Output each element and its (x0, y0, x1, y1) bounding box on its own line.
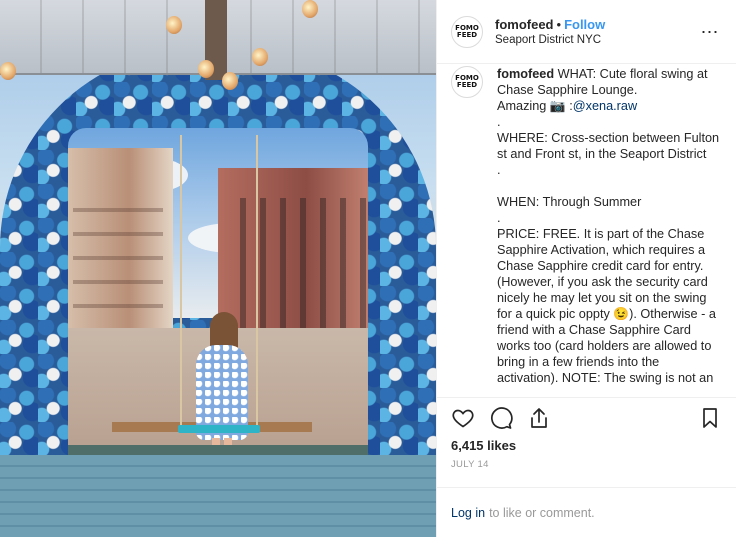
share-icon[interactable] (527, 406, 551, 430)
login-prompt: Log in to like or comment. (437, 487, 736, 537)
caption-price: PRICE: FREE. It is part of the Chase Sap… (497, 227, 720, 385)
login-link[interactable]: Log in (451, 506, 485, 520)
caption-when: WHEN: Through Summer (497, 195, 642, 209)
separator-dot: • (556, 16, 562, 32)
follow-button[interactable]: Follow (564, 17, 605, 32)
bookmark-icon[interactable] (698, 406, 722, 430)
more-options-icon[interactable]: ⋯ (698, 23, 722, 41)
profile-avatar[interactable]: FOMO FEED (451, 15, 483, 48)
location-link[interactable]: Seaport District NYC (495, 33, 698, 48)
wooden-deck (0, 455, 436, 537)
string-light (302, 0, 318, 18)
caption-avatar[interactable]: FOMO FEED (451, 66, 483, 98)
caption-dot: . (497, 211, 501, 225)
swing-seat (178, 425, 260, 433)
post-header: FOMO FEED fomofeed • Follow Seaport Distri… (437, 0, 736, 64)
string-light (198, 60, 214, 78)
caption: FOMO FEED fomofeed WHAT: Cute floral swi… (451, 64, 722, 386)
string-light (166, 16, 182, 34)
heart-icon[interactable] (451, 406, 475, 430)
mention-link[interactable]: @xena.raw (573, 99, 637, 113)
caption-text: fomofeed WHAT: Cute floral swing at Chas… (497, 66, 722, 386)
like-count[interactable]: 6,415 likes (437, 437, 736, 455)
swing-rope (180, 135, 182, 427)
caption-username[interactable]: fomofeed (497, 67, 554, 81)
string-light (0, 62, 16, 80)
caption-dot: . (497, 115, 501, 129)
instagram-post: FOMO FEED fomofeed • Follow Seaport Distri… (0, 0, 736, 537)
post-sidebar: FOMO FEED fomofeed • Follow Seaport Distri… (436, 0, 736, 537)
string-light (252, 48, 268, 66)
swing-rope (256, 135, 258, 427)
post-date[interactable]: JULY 14 (437, 455, 736, 473)
login-text: to like or comment. (489, 505, 595, 520)
comments-area: FOMO FEED fomofeed WHAT: Cute floral swi… (437, 64, 736, 397)
post-photo[interactable] (0, 0, 436, 537)
comment-icon[interactable] (489, 406, 513, 430)
caption-where: WHERE: Cross-section between Fulton st a… (497, 131, 723, 161)
username-link[interactable]: fomofeed (495, 17, 554, 32)
caption-dot: . (497, 163, 501, 177)
header-text: fomofeed • Follow Seaport District NYC (495, 16, 698, 48)
string-light (222, 72, 238, 90)
header-title-row: fomofeed • Follow (495, 16, 698, 33)
caption-amazing: Amazing 📷 : (497, 99, 573, 113)
action-bar (437, 397, 736, 437)
